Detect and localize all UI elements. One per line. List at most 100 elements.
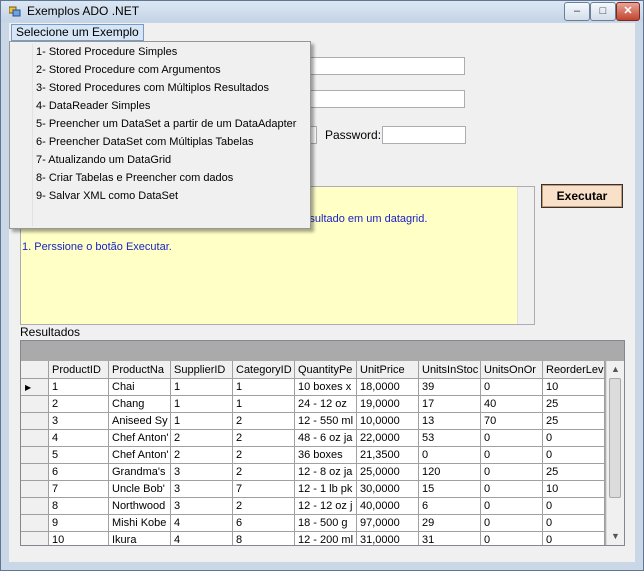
table-cell[interactable]: 10 xyxy=(49,532,109,545)
table-cell[interactable]: 19,0000 xyxy=(357,396,419,413)
table-cell[interactable]: 25 xyxy=(543,464,605,481)
table-cell[interactable]: 31 xyxy=(419,532,481,545)
table-cell[interactable]: Mishi Kobe xyxy=(109,515,171,532)
table-cell[interactable]: Chang xyxy=(109,396,171,413)
table-cell[interactable]: 3 xyxy=(171,498,233,515)
table-cell[interactable]: 0 xyxy=(481,481,543,498)
row-header[interactable] xyxy=(21,498,49,515)
table-cell[interactable]: 1 xyxy=(233,396,295,413)
description-scrollbar[interactable] xyxy=(517,187,534,324)
table-cell[interactable]: 30,0000 xyxy=(357,481,419,498)
column-header-2[interactable]: SupplierID xyxy=(171,361,233,379)
table-cell[interactable]: 3 xyxy=(171,464,233,481)
column-header-5[interactable]: UnitPrice xyxy=(357,361,419,379)
scroll-up-arrow-icon[interactable]: ▲ xyxy=(607,361,624,378)
table-cell[interactable]: 7 xyxy=(233,481,295,498)
table-cell[interactable]: 40,0000 xyxy=(357,498,419,515)
table-cell[interactable]: 17 xyxy=(419,396,481,413)
table-cell[interactable]: 36 boxes xyxy=(295,447,357,464)
table-cell[interactable]: 1 xyxy=(171,379,233,396)
grid-corner-header[interactable] xyxy=(21,361,49,379)
table-cell[interactable]: 1 xyxy=(171,413,233,430)
menu-item-1[interactable]: 1- Stored Procedure Simples xyxy=(36,43,177,61)
row-header[interactable] xyxy=(21,481,49,498)
table-cell[interactable]: 25 xyxy=(543,413,605,430)
menu-item-6[interactable]: 6- Preencher DataSet com Múltiplas Tabel… xyxy=(36,133,253,151)
results-datagrid[interactable]: ProductID ProductNa SupplierID CategoryID Qu… xyxy=(20,340,625,546)
table-cell[interactable]: 40 xyxy=(481,396,543,413)
table-cell[interactable]: 8 xyxy=(233,532,295,545)
table-cell[interactable]: 0 xyxy=(543,532,605,545)
table-cell[interactable]: 24 - 12 oz xyxy=(295,396,357,413)
table-cell[interactable]: 22,0000 xyxy=(357,430,419,447)
table-cell[interactable]: 2 xyxy=(233,430,295,447)
table-cell[interactable]: 4 xyxy=(171,515,233,532)
table-cell[interactable]: 8 xyxy=(49,498,109,515)
table-cell[interactable]: 13 xyxy=(419,413,481,430)
table-cell[interactable]: 6 xyxy=(233,515,295,532)
password-field[interactable] xyxy=(382,126,466,144)
table-cell[interactable]: 12 - 1 lb pk xyxy=(295,481,357,498)
table-cell[interactable]: 0 xyxy=(481,464,543,481)
table-cell[interactable]: 0 xyxy=(481,430,543,447)
table-cell[interactable]: 0 xyxy=(481,379,543,396)
row-header[interactable] xyxy=(21,413,49,430)
grid-vertical-scrollbar[interactable]: ▲ ▼ xyxy=(606,361,624,545)
table-cell[interactable]: 7 xyxy=(49,481,109,498)
table-cell[interactable]: 4 xyxy=(171,532,233,545)
table-cell[interactable]: 12 - 8 oz ja xyxy=(295,464,357,481)
table-cell[interactable]: 53 xyxy=(419,430,481,447)
row-header[interactable] xyxy=(21,464,49,481)
menu-item-7[interactable]: 7- Atualizando um DataGrid xyxy=(36,151,171,169)
table-cell[interactable]: 4 xyxy=(49,430,109,447)
table-cell[interactable]: 18,0000 xyxy=(357,379,419,396)
table-cell[interactable]: 70 xyxy=(481,413,543,430)
table-cell[interactable]: 3 xyxy=(171,481,233,498)
table-cell[interactable]: 0 xyxy=(543,515,605,532)
table-cell[interactable]: 15 xyxy=(419,481,481,498)
table-cell[interactable]: 5 xyxy=(49,447,109,464)
row-header[interactable] xyxy=(21,396,49,413)
table-cell[interactable]: Aniseed Sy xyxy=(109,413,171,430)
table-cell[interactable]: 1 xyxy=(171,396,233,413)
table-cell[interactable]: Chai xyxy=(109,379,171,396)
table-cell[interactable]: 1 xyxy=(233,379,295,396)
column-header-6[interactable]: UnitsInStoc xyxy=(419,361,481,379)
table-cell[interactable]: Ikura xyxy=(109,532,171,545)
table-cell[interactable]: 2 xyxy=(233,447,295,464)
table-cell[interactable]: 18 - 500 g xyxy=(295,515,357,532)
column-header-0[interactable]: ProductID xyxy=(49,361,109,379)
menu-item-3[interactable]: 3- Stored Procedures com Múltiplos Resul… xyxy=(36,79,269,97)
column-header-8[interactable]: ReorderLev xyxy=(543,361,605,379)
table-cell[interactable]: 97,0000 xyxy=(357,515,419,532)
table-cell[interactable]: 2 xyxy=(233,413,295,430)
table-cell[interactable]: 10 xyxy=(543,379,605,396)
table-cell[interactable]: 0 xyxy=(419,447,481,464)
table-cell[interactable]: 31,0000 xyxy=(357,532,419,545)
column-header-1[interactable]: ProductNa xyxy=(109,361,171,379)
table-cell[interactable]: 1 xyxy=(49,379,109,396)
menu-item-5[interactable]: 5- Preencher um DataSet a partir de um D… xyxy=(36,115,296,133)
row-header[interactable]: ▶ xyxy=(21,379,49,396)
menu-item-9[interactable]: 9- Salvar XML como DataSet xyxy=(36,187,178,205)
table-cell[interactable]: 6 xyxy=(419,498,481,515)
table-cell[interactable]: 48 - 6 oz ja xyxy=(295,430,357,447)
table-cell[interactable]: 2 xyxy=(233,498,295,515)
table-cell[interactable]: 2 xyxy=(233,464,295,481)
table-cell[interactable]: 12 - 200 ml xyxy=(295,532,357,545)
column-header-7[interactable]: UnitsOnOr xyxy=(481,361,543,379)
table-cell[interactable]: 0 xyxy=(481,532,543,545)
table-cell[interactable]: 21,3500 xyxy=(357,447,419,464)
table-cell[interactable]: 3 xyxy=(49,413,109,430)
table-cell[interactable]: 2 xyxy=(171,447,233,464)
table-cell[interactable]: 9 xyxy=(49,515,109,532)
menu-item-2[interactable]: 2- Stored Procedure com Argumentos xyxy=(36,61,221,79)
table-cell[interactable]: 39 xyxy=(419,379,481,396)
table-cell[interactable]: Chef Anton' xyxy=(109,447,171,464)
row-header[interactable] xyxy=(21,447,49,464)
row-header[interactable] xyxy=(21,430,49,447)
table-cell[interactable]: Chef Anton' xyxy=(109,430,171,447)
column-header-4[interactable]: QuantityPe xyxy=(295,361,357,379)
menu-item-4[interactable]: 4- DataReader Simples xyxy=(36,97,150,115)
table-cell[interactable]: 10,0000 xyxy=(357,413,419,430)
